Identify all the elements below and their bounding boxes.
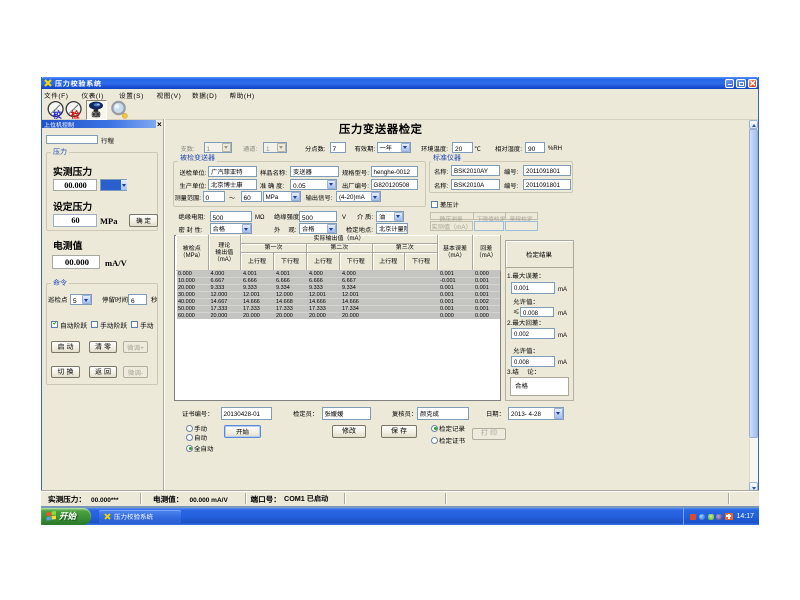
svg-text:校: 校 — [52, 108, 62, 119]
svg-text:检: 检 — [71, 108, 80, 119]
